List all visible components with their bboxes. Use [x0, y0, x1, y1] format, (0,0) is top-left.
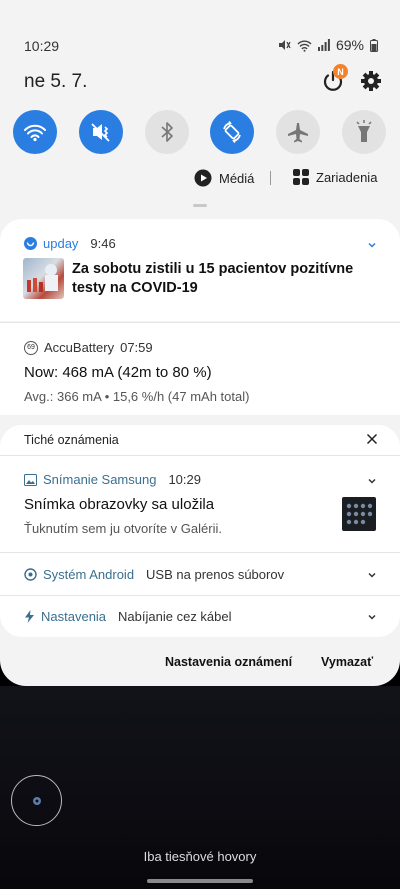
silent-header: Tiché oznámenia: [24, 433, 119, 447]
devices-button[interactable]: Zariadenia: [293, 169, 377, 185]
mute-status-icon: [277, 38, 291, 52]
capture-title: Snímka obrazovky sa uložila: [24, 496, 215, 513]
media-button[interactable]: Médiá: [194, 169, 254, 187]
image-icon: [24, 473, 37, 486]
date-label: ne 5. 7.: [24, 71, 88, 92]
upday-time: 9:46: [90, 236, 116, 251]
silent-notifications-group: Tiché oznámenia Snímanie Samsung 10:29 S…: [0, 425, 400, 637]
capture-time: 10:29: [168, 472, 201, 487]
settings-notification[interactable]: Nastavenia Nabíjanie cez kábel: [0, 596, 400, 637]
media-separator: [270, 171, 271, 185]
shade-drag-handle[interactable]: [193, 204, 207, 207]
lockscreen-shortcut[interactable]: [11, 775, 62, 826]
mute-toggle[interactable]: [79, 110, 123, 154]
upday-headline: Za sobotu zistili u 15 pacientov pozitív…: [72, 261, 354, 296]
capture-app-row: Snímanie Samsung 10:29: [24, 472, 201, 487]
gear-icon: [361, 71, 381, 91]
android-app-row: Systém Android USB na prenos súborov: [24, 567, 284, 582]
upday-icon: [24, 237, 37, 250]
android-text: USB na prenos súborov: [146, 567, 285, 582]
settings-text: Nabíjanie cez kábel: [118, 609, 232, 624]
expand-chevron-icon[interactable]: [366, 611, 378, 623]
airplane-toggle[interactable]: [276, 110, 320, 154]
shortcut-icon: [32, 796, 41, 805]
accubattery-app-row: 69 AccuBattery 07:59: [24, 340, 153, 355]
rotate-icon: [223, 120, 241, 144]
media-devices-row: Médiá Zariadenia: [0, 169, 400, 189]
lightning-icon: [25, 610, 34, 623]
flashlight-icon: [356, 120, 372, 142]
home-gesture-bar[interactable]: [147, 879, 253, 883]
upday-notification[interactable]: upday 9:46 Za sobotu zistili u 15 pacien…: [0, 219, 400, 321]
capture-app-name: Snímanie Samsung: [43, 472, 157, 487]
accubattery-icon: 69: [24, 340, 38, 355]
airplane-icon: [288, 123, 308, 143]
mute-icon: [91, 123, 110, 142]
battery-percent: 69%: [335, 37, 364, 53]
screenshot-thumbnail: [342, 497, 376, 531]
screenshot-notification[interactable]: Snímanie Samsung 10:29 Snímka obrazovky …: [0, 456, 400, 552]
capture-body: Ťuknutím sem ju otvoríte v Galérii.: [24, 521, 222, 536]
bluetooth-toggle[interactable]: [145, 110, 189, 154]
status-time: 10:29: [24, 38, 60, 54]
settings-gear-button[interactable]: [360, 70, 382, 92]
notification-settings-button[interactable]: Nastavenia oznámení: [165, 655, 292, 669]
android-system-notification[interactable]: Systém Android USB na prenos súborov: [0, 553, 400, 595]
settings-app-row: Nastavenia Nabíjanie cez kábel: [24, 609, 232, 624]
android-app-name: Systém Android: [43, 567, 135, 582]
grid-icon: [293, 169, 309, 185]
wifi-status-icon: [297, 39, 312, 52]
accubattery-current: Now: 468 mA (42m to 80 %): [24, 364, 212, 381]
clear-all-button[interactable]: Vymazať: [321, 655, 373, 669]
wifi-icon: [24, 124, 46, 142]
emergency-calls-text: Iba tiesňové hovory: [143, 849, 257, 864]
upday-app-row: upday 9:46: [24, 236, 116, 251]
accubattery-notification[interactable]: 69 AccuBattery 07:59 Now: 468 mA (42m to…: [0, 323, 400, 415]
expand-chevron-icon[interactable]: [366, 475, 378, 487]
expand-chevron-icon[interactable]: [366, 239, 378, 251]
signal-status-icon: [317, 39, 330, 51]
media-label: Médiá: [219, 170, 255, 186]
accubattery-average: Avg.: 366 mA • 15,6 %/h (47 mAh total): [24, 389, 250, 404]
status-icons: 69%: [277, 37, 378, 53]
play-icon: [194, 169, 212, 187]
accubattery-app-name: AccuBattery: [44, 340, 115, 355]
upday-app-name: upday: [43, 236, 79, 251]
bluetooth-icon: [161, 122, 173, 142]
settings-app-name: Nastavenia: [41, 609, 107, 624]
flashlight-toggle[interactable]: [342, 110, 386, 154]
notification-badge: N: [333, 64, 348, 79]
devices-label: Zariadenia: [316, 169, 378, 185]
auto-rotate-toggle[interactable]: [210, 110, 254, 154]
expand-chevron-icon[interactable]: [366, 569, 378, 581]
wifi-toggle[interactable]: [13, 110, 57, 154]
upday-thumbnail: [23, 258, 64, 299]
accubattery-time: 07:59: [120, 340, 153, 355]
battery-icon: [370, 38, 378, 52]
close-icon[interactable]: [366, 433, 378, 445]
android-system-icon: [24, 568, 37, 581]
